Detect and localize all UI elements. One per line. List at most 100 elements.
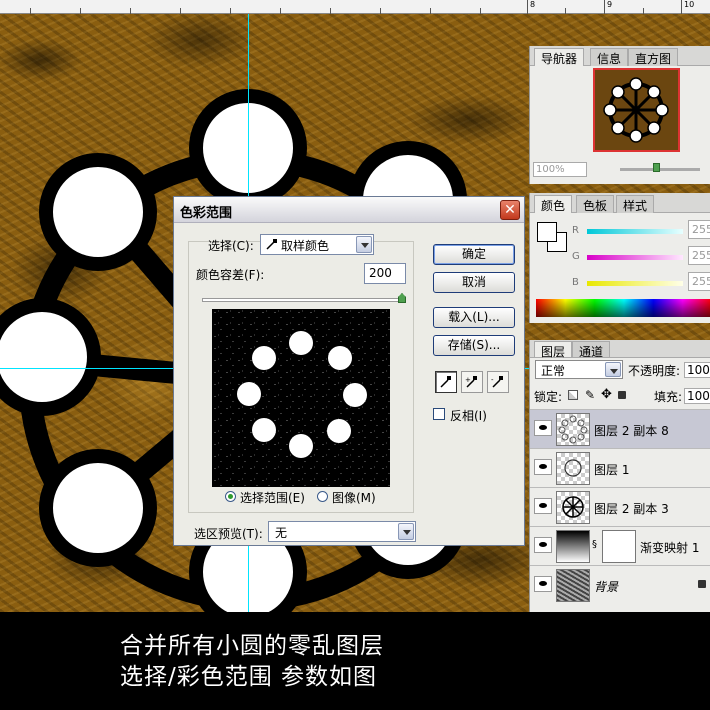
channel-b-slider[interactable]	[587, 281, 683, 286]
eye-icon[interactable]	[534, 576, 552, 592]
layer-name: 背景	[594, 580, 619, 594]
layer-name: 图层 2 副本 3	[594, 502, 669, 516]
color-spectrum[interactable]	[536, 299, 710, 317]
eyedropper-plus-tool[interactable]: +	[461, 371, 483, 393]
dialog-titlebar[interactable]: 色彩范围 ✕	[174, 197, 524, 223]
radio-selection-label: 选择范围(E)	[240, 491, 305, 505]
link-icon: §	[592, 539, 597, 550]
layer-thumbnail	[556, 569, 590, 602]
preview-dropdown[interactable]: 无	[268, 521, 416, 542]
tab-info[interactable]: 信息	[590, 48, 629, 66]
layers-panel: 图层 通道 正常 不透明度: 100% 锁定: ✎ ✥ 填充: 100% 图层 …	[529, 340, 710, 612]
select-dropdown[interactable]: 取样颜色	[260, 234, 374, 255]
tab-channels[interactable]: 通道	[572, 341, 611, 359]
selection-preview	[212, 309, 390, 487]
eye-icon[interactable]	[534, 537, 552, 553]
eyedropper-icon	[266, 239, 277, 250]
layer-thumbnail-art	[562, 496, 584, 518]
channel-r-slider[interactable]	[587, 229, 683, 234]
lock-position-icon[interactable]: ✥	[601, 387, 612, 402]
preview-mask-image	[212, 309, 390, 487]
blend-mode-dropdown[interactable]: 正常	[535, 360, 623, 379]
channel-g-value[interactable]: 255	[688, 246, 710, 265]
save-button[interactable]: 存储(S)...	[433, 335, 515, 356]
layer-thumbnail-art	[558, 415, 588, 444]
preview-label: 选区预览(T):	[194, 527, 263, 541]
navigator-zoom-thumb[interactable]	[653, 163, 660, 172]
radio-selection[interactable]	[225, 491, 236, 502]
caption-line-2: 选择/彩色范围 参数如图	[120, 664, 378, 690]
channel-r-label: R	[572, 225, 579, 236]
layer-name: 图层 2 副本 8	[594, 424, 669, 438]
eye-icon[interactable]	[534, 459, 552, 475]
lock-pixels-icon[interactable]: ✎	[585, 388, 595, 402]
lock-label: 锁定:	[534, 390, 563, 404]
cancel-button[interactable]: 取消	[433, 272, 515, 293]
svg-text:+: +	[465, 376, 471, 384]
layer-thumbnail	[556, 413, 590, 446]
layer-row[interactable]: 图层 2 副本 8	[530, 409, 710, 448]
blend-mode-value: 正常	[541, 364, 566, 378]
layer-name: 渐变映射 1	[640, 541, 700, 555]
tolerance-label: 颜色容差(F):	[196, 268, 265, 282]
tab-histogram[interactable]: 直方图	[628, 48, 679, 66]
layer-name: 图层 1	[594, 463, 630, 477]
lock-transparency-icon[interactable]	[568, 390, 578, 400]
chevron-down-icon[interactable]	[605, 362, 621, 377]
eyedropper-tool[interactable]	[435, 371, 457, 393]
eye-icon[interactable]	[534, 420, 552, 436]
caption-bar: 合并所有小圆的零乱图层 选择/彩色范围 参数如图	[0, 612, 710, 710]
navigator-zoom-field[interactable]: 100%	[533, 162, 587, 177]
channel-g-slider[interactable]	[587, 255, 683, 260]
channel-g-label: G	[572, 251, 580, 262]
ok-button[interactable]: 确定	[433, 244, 515, 265]
color-panel: 颜色 色板 样式 R 255 G 255 B 255	[529, 193, 710, 323]
select-value: 取样颜色	[281, 239, 330, 253]
radio-image[interactable]	[317, 491, 328, 502]
foreground-color-swatch[interactable]	[537, 222, 557, 242]
eyedropper-minus-tool[interactable]: -	[487, 371, 509, 393]
chevron-down-icon[interactable]	[398, 523, 414, 540]
tab-layers[interactable]: 图层	[534, 341, 573, 359]
tolerance-input[interactable]: 200	[364, 263, 406, 284]
layer-thumbnail-art	[564, 459, 582, 477]
select-label: 选择(C):	[208, 239, 254, 253]
layer-thumbnail	[556, 452, 590, 485]
load-button[interactable]: 载入(L)...	[433, 307, 515, 328]
horizontal-ruler[interactable]: 8 9 10	[0, 0, 710, 14]
preview-value: 无	[275, 526, 288, 540]
channel-b-label: B	[572, 277, 579, 288]
radio-image-label: 图像(M)	[332, 491, 376, 505]
tab-color[interactable]: 颜色	[534, 195, 573, 213]
navigator-thumbnail[interactable]	[593, 68, 680, 152]
lock-all-icon[interactable]	[618, 391, 626, 399]
tab-navigator[interactable]: 导航器	[534, 48, 585, 66]
chevron-down-icon[interactable]	[356, 236, 372, 253]
eyedropper-minus-icon: -	[491, 376, 503, 388]
opacity-field[interactable]: 100%	[684, 362, 710, 378]
layer-row[interactable]: 背景	[530, 565, 710, 604]
channel-b-value[interactable]: 255	[688, 272, 710, 291]
layer-mask-thumbnail[interactable]	[602, 530, 636, 563]
tab-styles[interactable]: 样式	[616, 195, 655, 213]
navigator-panel: 导航器 信息 直方图 100%	[529, 46, 710, 184]
layer-row[interactable]: 图层 2 副本 3	[530, 487, 710, 526]
tab-swatches[interactable]: 色板	[576, 195, 615, 213]
layer-row[interactable]: § 渐变映射 1	[530, 526, 710, 565]
eye-icon[interactable]	[534, 498, 552, 514]
invert-checkbox[interactable]	[433, 408, 445, 420]
fill-field[interactable]: 100%	[684, 388, 710, 404]
tolerance-slider[interactable]	[202, 298, 404, 302]
ruler-number-9: 9	[607, 0, 613, 9]
channel-r-value[interactable]: 255	[688, 220, 710, 239]
lock-icon	[698, 580, 706, 588]
navigator-thumbnail-art	[603, 77, 669, 143]
layer-row[interactable]: 图层 1	[530, 448, 710, 487]
opacity-label: 不透明度:	[628, 364, 681, 378]
svg-text:-: -	[491, 376, 494, 384]
invert-label: 反相(I)	[450, 409, 487, 423]
eyedropper-icon	[440, 376, 451, 388]
close-icon[interactable]: ✕	[500, 200, 520, 220]
navigator-zoom-slider[interactable]	[620, 168, 700, 171]
ruler-number-8: 8	[530, 0, 536, 9]
